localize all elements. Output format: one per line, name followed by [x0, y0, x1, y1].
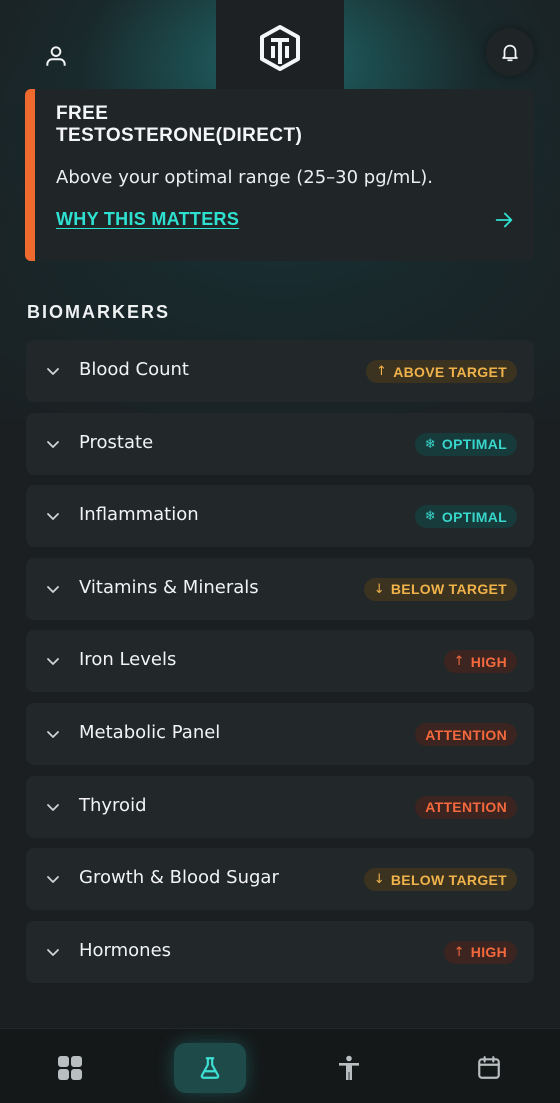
chevron-down-icon: [47, 658, 59, 666]
chevron-down-icon: [47, 513, 59, 521]
status-badge-label: BELOW TARGET: [390, 581, 507, 598]
biomarker-row[interactable]: Metabolic Panel ATTENTION: [26, 703, 534, 765]
calendar-icon: [478, 1056, 500, 1079]
arrow-down-icon: ↓: [373, 581, 385, 597]
chevron-down-icon: [47, 948, 59, 956]
biomarker-label: Growth & Blood Sugar: [79, 867, 279, 889]
notifications-button[interactable]: [486, 28, 534, 76]
biomarker-label: Vitamins & Minerals: [79, 576, 259, 598]
why-this-matters-link[interactable]: WHY THIS MATTERS: [56, 209, 239, 230]
body-figure-icon: [339, 1055, 359, 1080]
biomarker-label: Iron Levels: [79, 649, 177, 671]
chevron-down-icon: [47, 803, 59, 811]
chevron-down-icon: [47, 440, 59, 448]
status-badge: ATTENTION: [415, 795, 517, 819]
chevron-down-icon: [47, 368, 59, 375]
arrow-up-icon: ↑: [453, 654, 465, 670]
bell-icon: [502, 44, 518, 62]
status-badge: ❄ OPTIMAL: [414, 505, 517, 529]
dashboard-grid-icon: [58, 1056, 82, 1080]
biomarker-row[interactable]: Hormones ↑ HIGH: [26, 920, 534, 983]
status-badge-label: ATTENTION: [425, 726, 507, 743]
nav-calendar[interactable]: [453, 1043, 525, 1093]
status-badge-label: OPTIMAL: [441, 508, 507, 525]
biomarker-label: Metabolic Panel: [79, 722, 221, 743]
chevron-down-icon: [47, 731, 59, 738]
chevron-down-icon: [47, 876, 59, 884]
alert-card: FREE TESTOSTERONE(DIRECT) Above your opt…: [25, 89, 534, 261]
profile-button[interactable]: [32, 32, 80, 80]
biomarker-row[interactable]: Prostate ❄ OPTIMAL: [26, 412, 534, 475]
biomarker-row[interactable]: Growth & Blood Sugar ↓ BELOW TARGET: [26, 848, 534, 911]
arrow-up-icon: ↑: [453, 944, 465, 960]
nav-dashboard[interactable]: [34, 1043, 106, 1093]
status-badge-label: ATTENTION: [425, 799, 507, 816]
user-icon: [46, 46, 66, 66]
nav-lab[interactable]: [174, 1043, 246, 1093]
biomarker-label: Thyroid: [79, 794, 147, 816]
status-badge-label: BELOW TARGET: [390, 871, 507, 888]
alert-title: FREE TESTOSTERONE(DIRECT): [56, 103, 303, 146]
snowflake-icon: ❄: [424, 509, 436, 525]
arrow-down-icon: ↓: [373, 872, 385, 888]
biomarker-label: Hormones: [79, 939, 172, 961]
biomarker-row[interactable]: Blood Count ↑ ABOVE TARGET: [26, 340, 534, 402]
alert-accent-bar: [25, 89, 35, 261]
biomarker-label: Inflammation: [79, 504, 199, 526]
status-badge: ↑ HIGH: [443, 940, 517, 964]
lab-flask-icon: [200, 1057, 220, 1079]
alert-message: Above your optimal range (25–30 pg/mL).: [56, 167, 434, 188]
chevron-down-icon: [47, 585, 59, 593]
biomarker-row[interactable]: Inflammation ❄ OPTIMAL: [26, 485, 534, 548]
arrow-right-icon[interactable]: [493, 209, 515, 231]
brand-logo-icon: [260, 25, 300, 71]
status-badge-label: ABOVE TARGET: [393, 363, 507, 380]
arrow-up-icon: ↑: [376, 364, 388, 379]
nav-body[interactable]: [313, 1043, 385, 1093]
status-badge-label: HIGH: [470, 944, 507, 961]
status-badge: ATTENTION: [415, 723, 517, 746]
status-badge: ↑ HIGH: [443, 650, 517, 674]
biomarker-row[interactable]: Iron Levels ↑ HIGH: [26, 630, 534, 693]
status-badge: ❄ OPTIMAL: [414, 432, 517, 456]
biomarker-row[interactable]: Thyroid ATTENTION: [26, 775, 534, 838]
status-badge-label: HIGH: [470, 653, 507, 670]
biomarkers-section-title: BIOMARKERS: [27, 302, 171, 322]
status-badge: ↓ BELOW TARGET: [363, 577, 517, 601]
bottom-nav: [0, 1028, 560, 1103]
biomarker-label: Blood Count: [79, 359, 189, 380]
status-badge: ↑ ABOVE TARGET: [366, 360, 517, 383]
status-badge-label: OPTIMAL: [441, 436, 507, 453]
status-badge: ↓ BELOW TARGET: [363, 868, 517, 892]
biomarker-label: Prostate: [79, 431, 154, 453]
biomarker-row[interactable]: Vitamins & Minerals ↓ BELOW TARGET: [26, 557, 534, 620]
snowflake-icon: ❄: [424, 436, 436, 452]
